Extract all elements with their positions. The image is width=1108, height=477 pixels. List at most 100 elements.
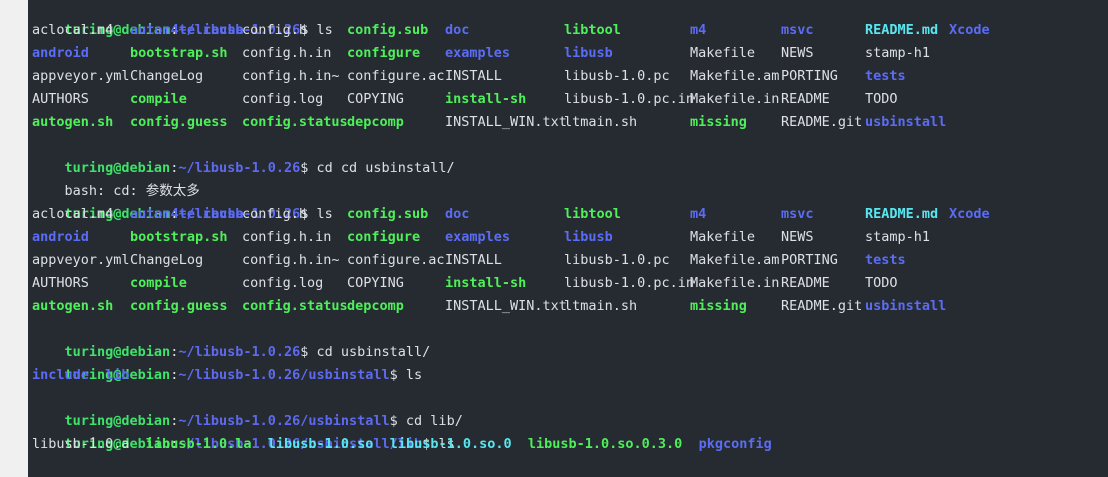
file-entry: m4 (690, 206, 707, 222)
file-entry: config.guess (130, 114, 228, 130)
file-entry: config.sub (347, 22, 429, 38)
file-entry: config.log (242, 91, 324, 107)
file-entry: INSTALL_WIN.txt (445, 114, 567, 130)
file-entry: config.h (242, 22, 308, 38)
file-entry: TODO (865, 91, 898, 107)
file-entry: usbinstall (865, 298, 947, 314)
file-entry: appveyor.yml (32, 68, 130, 84)
file-entry: autom4te.cache (130, 22, 244, 38)
file-entry: configure (347, 45, 421, 61)
file-entry: compile (130, 91, 187, 107)
file-entry: INSTALL_WIN.txt (445, 298, 567, 314)
file-entry: config.status (242, 298, 348, 314)
file-entry: stamp-h1 (865, 45, 931, 61)
listing-row: autogen.sh config.guess config.status depco… (32, 111, 1104, 134)
file-entry: configure.ac (347, 68, 445, 84)
file-entry: libusb-1.0.so (267, 436, 374, 452)
file-entry: config.h.in (242, 45, 332, 61)
file-entry: ltmain.sh (564, 298, 638, 314)
file-entry: libusb-1.0.pc.in (564, 275, 695, 291)
file-entry: Makefile.am (690, 252, 780, 268)
file-entry: INSTALL (445, 68, 502, 84)
file-entry: Makefile (690, 229, 756, 245)
listing-row: autogen.sh config.guess config.status depco… (32, 295, 1104, 318)
file-entry: m4 (690, 22, 707, 38)
file-entry: Makefile.in (690, 91, 780, 107)
file-entry: aclocal.m4 (32, 22, 114, 38)
listing-row: AUTHORS compile config.log COPYING install-s… (32, 272, 1104, 295)
file-entry: aclocal.m4 (32, 206, 114, 222)
file-entry: README.git (781, 298, 863, 314)
file-entry: Xcode (949, 22, 990, 38)
file-entry: ChangeLog (130, 68, 204, 84)
file-entry: config.h (242, 206, 308, 222)
file-entry: libusb (564, 45, 613, 61)
prompt-line: turing@debian:~/libusb-1.0.26$ cd usbins… (64, 344, 431, 360)
file-entry: Makefile.am (690, 68, 780, 84)
file-entry: README.md (865, 22, 939, 38)
file-entry: NEWS (781, 45, 814, 61)
current-prompt-line[interactable]: turing@debian:~/libusb-1.0.26/usbinstall… (32, 456, 1104, 477)
file-entry: doc (445, 206, 470, 222)
file-entry: COPYING (347, 91, 404, 107)
error-output: bash: cd: 参数太多 (64, 183, 200, 199)
file-entry: NEWS (781, 229, 814, 245)
file-entry: config.h.in (242, 229, 332, 245)
prompt-line: turing@debian:~/libusb-1.0.26/usbinstall… (64, 436, 455, 452)
file-entry: msvc (781, 206, 814, 222)
directory-listing: libusb-1.0.a libusb-1.0.la libusb-1.0.so… (32, 433, 1104, 456)
file-entry: Makefile (690, 45, 756, 61)
file-entry: libusb-1.0.pc (564, 68, 670, 84)
file-entry: missing (690, 298, 747, 314)
file-entry: stamp-h1 (865, 229, 931, 245)
file-entry: examples (445, 45, 511, 61)
prompt-line: turing@debian:~/libusb-1.0.26$ ls (64, 22, 333, 38)
prompt-line: turing@debian:~/libusb-1.0.26/usbinstall… (64, 413, 463, 429)
file-entry: libusb-1.0.pc.in (564, 91, 695, 107)
file-entry: Makefile.in (690, 275, 780, 291)
listing-row: appveyor.yml ChangeLog config.h.in~ configu… (32, 249, 1104, 272)
file-entry: depcomp (347, 114, 404, 130)
file-entry: libusb-1.0.la (145, 436, 252, 452)
file-entry: usbinstall (865, 114, 947, 130)
file-entry: install-sh (445, 91, 527, 107)
terminal-window[interactable]: turing@debian:~/libusb-1.0.26$ ls acloca… (28, 0, 1108, 477)
file-entry: libusb-1.0.so.0 (389, 436, 512, 452)
file-entry: include (32, 367, 89, 383)
file-entry: libusb-1.0.so.0.3.0 (527, 436, 683, 452)
file-entry: configure (347, 229, 421, 245)
file-entry: INSTALL (445, 252, 502, 268)
file-entry: tests (865, 252, 906, 268)
file-entry: msvc (781, 22, 814, 38)
file-entry: libusb-1.0.pc (564, 252, 670, 268)
file-entry: autogen.sh (32, 114, 114, 130)
file-entry: AUTHORS (32, 91, 89, 107)
file-entry: android (32, 229, 89, 245)
file-entry: COPYING (347, 275, 404, 291)
listing-row: appveyor.yml ChangeLog config.h.in~ configu… (32, 65, 1104, 88)
file-entry: ltmain.sh (564, 114, 638, 130)
prompt-line: turing@debian:~/libusb-1.0.26$ ls (64, 206, 333, 222)
file-entry: bootstrap.sh (130, 45, 228, 61)
prompt-line: turing@debian:~/libusb-1.0.26/usbinstall… (64, 367, 423, 383)
listing-row: aclocal.m4 autom4te.cache config.h config.s… (32, 19, 1104, 42)
file-entry: autom4te.cache (130, 206, 244, 222)
file-entry: libtool (564, 206, 621, 222)
file-entry: appveyor.yml (32, 252, 130, 268)
directory-listing: include lib (32, 364, 1104, 387)
file-entry: config.h.in~ (242, 68, 340, 84)
file-entry: install-sh (445, 275, 527, 291)
file-entry: depcomp (347, 298, 404, 314)
listing-row: aclocal.m4 autom4te.cache config.h config.s… (32, 203, 1104, 226)
listing-row: android bootstrap.sh config.h.in configure e… (32, 42, 1104, 65)
file-entry: config.status (242, 114, 348, 130)
file-entry: bootstrap.sh (130, 229, 228, 245)
file-entry: compile (130, 275, 187, 291)
file-entry: configure.ac (347, 252, 445, 268)
file-entry: libusb-1.0.a (32, 436, 130, 452)
file-entry: README.md (865, 206, 939, 222)
file-entry: lib (105, 367, 130, 383)
file-entry: README.git (781, 114, 863, 130)
file-entry: examples (445, 229, 511, 245)
file-entry: libtool (564, 22, 621, 38)
